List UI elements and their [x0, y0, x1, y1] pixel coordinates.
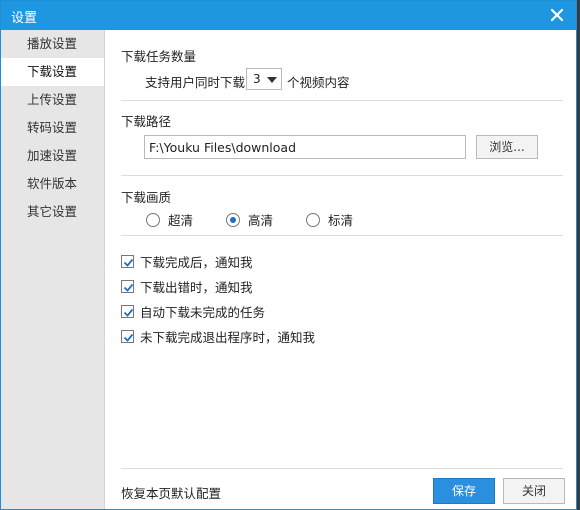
- checkbox-box: [121, 255, 134, 268]
- title-bar: 设置: [1, 1, 576, 30]
- download-count-select[interactable]: 3: [246, 68, 282, 90]
- quality-label: 标清: [328, 213, 354, 228]
- settings-sidebar: 播放设置 下载设置 上传设置 转码设置 加速设置 软件版本 其它设置: [1, 30, 105, 509]
- quality-label: 超清: [168, 213, 194, 228]
- download-count-value: 3: [253, 72, 261, 86]
- checkbox-label: 未下载完成退出程序时，通知我: [140, 330, 316, 345]
- reset-defaults-link[interactable]: 恢复本页默认配置: [121, 483, 221, 502]
- quality-radio-sd[interactable]: 标清: [306, 210, 353, 229]
- close-button[interactable]: 关闭: [503, 478, 565, 504]
- sidebar-item-upload[interactable]: 上传设置: [1, 86, 104, 114]
- sidebar-item-playback[interactable]: 播放设置: [1, 30, 104, 58]
- radio-circle-selected: [226, 212, 240, 227]
- check-icon: [123, 258, 134, 267]
- download-path-title: 下载路径: [121, 114, 172, 129]
- quality-radio-hd[interactable]: 高清: [226, 210, 273, 229]
- auto-resume-checkbox[interactable]: 自动下载未完成的任务: [121, 302, 265, 321]
- sidebar-item-other[interactable]: 其它设置: [1, 198, 104, 226]
- checkbox-label: 自动下载未完成的任务: [140, 305, 266, 320]
- checkbox-box: [121, 305, 134, 318]
- checkbox-box: [121, 280, 134, 293]
- settings-content: 下载任务数量 支持用户同时下载 3 个视频内容 下载路径 浏览... 下载画质 …: [106, 30, 576, 509]
- settings-window: 设置 播放设置 下载设置 上传设置 转码设置 加速设置 软件版本 其它设置 下载…: [0, 0, 577, 510]
- download-quality-title: 下载画质: [121, 190, 172, 205]
- browse-button[interactable]: 浏览...: [476, 135, 538, 159]
- sidebar-item-acceleration[interactable]: 加速设置: [1, 142, 104, 170]
- quality-radio-superhd[interactable]: 超清: [146, 210, 193, 229]
- divider: [121, 235, 563, 236]
- notify-exit-checkbox[interactable]: 未下载完成退出程序时，通知我: [121, 327, 315, 346]
- download-count-suffix: 个视频内容: [287, 75, 350, 90]
- notify-complete-checkbox[interactable]: 下载完成后，通知我: [121, 252, 253, 271]
- download-path-input[interactable]: [144, 135, 466, 159]
- check-icon: [123, 283, 134, 292]
- download-count-title: 下载任务数量: [121, 49, 197, 64]
- check-icon: [123, 308, 134, 317]
- footer-divider: [121, 468, 563, 469]
- notify-error-checkbox[interactable]: 下载出错时，通知我: [121, 277, 253, 296]
- sidebar-item-version[interactable]: 软件版本: [1, 170, 104, 198]
- checkbox-label: 下载完成后，通知我: [140, 255, 253, 270]
- chevron-down-icon: [267, 77, 277, 83]
- download-count-prefix: 支持用户同时下载: [145, 75, 246, 90]
- divider: [121, 175, 563, 176]
- checkbox-label: 下载出错时，通知我: [140, 280, 253, 295]
- sidebar-item-download[interactable]: 下载设置: [1, 58, 104, 86]
- save-button[interactable]: 保存: [433, 478, 495, 504]
- close-icon[interactable]: [548, 6, 566, 24]
- divider: [121, 100, 563, 101]
- radio-circle: [306, 212, 320, 227]
- window-title: 设置: [11, 11, 38, 26]
- checkbox-box: [121, 330, 134, 343]
- sidebar-item-transcode[interactable]: 转码设置: [1, 114, 104, 142]
- quality-label: 高清: [248, 213, 274, 228]
- check-icon: [123, 333, 134, 342]
- radio-circle: [146, 212, 160, 227]
